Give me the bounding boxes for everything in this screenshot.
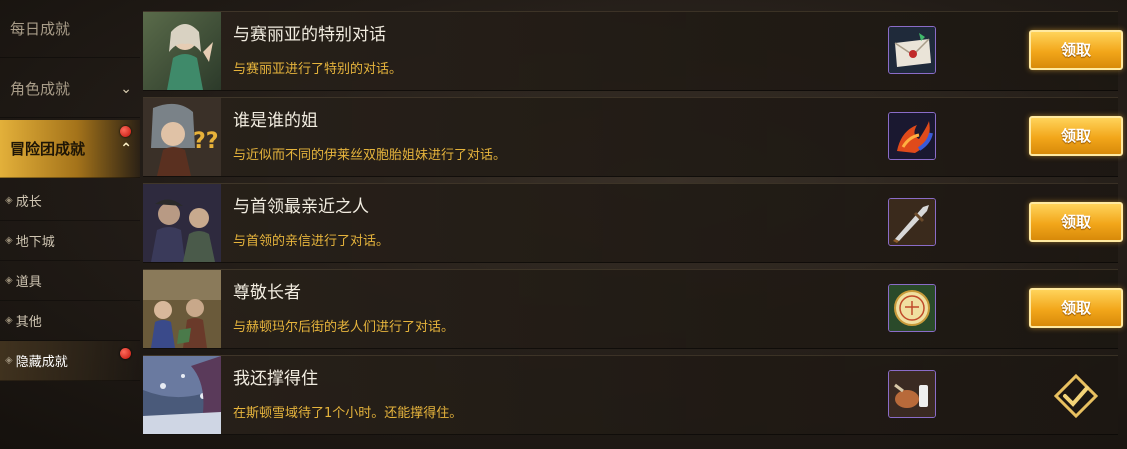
- achievement-row: 与赛丽亚的特别对话 与赛丽亚进行了特别的对话。 领取: [143, 11, 1123, 91]
- diamond-icon: ◈: [5, 195, 13, 206]
- diamond-icon: ◈: [5, 275, 13, 286]
- achievement-description: 在斯顿雪域待了1个小时。还能撑得住。: [233, 406, 463, 421]
- claim-button[interactable]: 领取: [1029, 288, 1123, 328]
- achievement-row: 我还撑得住 在斯顿雪域待了1个小时。还能撑得住。: [143, 355, 1118, 435]
- achievement-thumbnail: ??: [143, 98, 221, 176]
- sword-icon[interactable]: [888, 198, 936, 246]
- achievement-row: 与首领最亲近之人 与首领的亲信进行了对话。 领取: [143, 183, 1123, 263]
- food-icon[interactable]: [888, 370, 936, 418]
- claim-button[interactable]: 领取: [1029, 202, 1123, 242]
- sidebar-item-label: 冒险团成就: [10, 140, 86, 158]
- achievement-title: 谁是谁的姐: [233, 111, 318, 131]
- achievement-row: 尊敬长者 与赫顿玛尔后街的老人们进行了对话。 领取: [143, 269, 1123, 349]
- notification-dot: [120, 126, 131, 137]
- sidebar-item-character[interactable]: 角色成就 ⌄: [0, 60, 140, 118]
- diamond-icon: ◈: [5, 315, 13, 326]
- sidebar-sub-item-dungeon[interactable]: ◈ 地下城: [0, 221, 140, 261]
- sidebar-sub-item-hidden[interactable]: ◈ 隐藏成就: [0, 341, 140, 381]
- achievement-description: 与赛丽亚进行了特别的对话。: [233, 62, 403, 77]
- achievement-description: 与近似而不同的伊莱丝双胞胎姐妹进行了对话。: [233, 148, 507, 163]
- diamond-icon: ◈: [5, 355, 13, 366]
- sidebar-sub-item-other[interactable]: ◈ 其他: [0, 301, 140, 341]
- letter-icon[interactable]: [888, 26, 936, 74]
- achievement-description: 与赫顿玛尔后街的老人们进行了对话。: [233, 320, 455, 335]
- achievement-row: ?? 谁是谁的姐 与近似而不同的伊莱丝双胞胎姐妹进行了对话。 领取: [143, 97, 1123, 177]
- badge-icon[interactable]: [888, 284, 936, 332]
- achievement-description: 与首领的亲信进行了对话。: [233, 234, 390, 249]
- achievement-title: 尊敬长者: [233, 283, 301, 303]
- sidebar-item-label: 每日成就: [10, 20, 71, 38]
- achievement-thumbnail: [143, 184, 221, 262]
- achievement-thumbnail: [143, 12, 221, 90]
- sidebar-item-daily[interactable]: 每日成就: [0, 0, 140, 58]
- sub-item-label: 隐藏成就: [15, 355, 68, 370]
- achievement-thumbnail: [143, 270, 221, 348]
- sidebar-item-adventure-team[interactable]: 冒险团成就 ⌃: [0, 120, 140, 178]
- achievement-title: 与赛丽亚的特别对话: [233, 25, 386, 45]
- achievement-thumbnail: [143, 356, 221, 434]
- sub-item-label: 成长: [15, 195, 42, 210]
- sidebar: 每日成就 角色成就 ⌄ 冒险团成就 ⌃ ◈ 成长 ◈ 地下城 ◈ 道具 ◈ 其他…: [0, 0, 140, 449]
- sub-item-label: 地下城: [15, 235, 55, 250]
- chevron-down-icon: ⌄: [120, 80, 132, 97]
- sub-item-label: 道具: [15, 275, 42, 290]
- sidebar-sub-item-items[interactable]: ◈ 道具: [0, 261, 140, 301]
- achievement-title: 我还撑得住: [233, 369, 318, 389]
- notification-dot: [120, 348, 131, 359]
- fire-swirl-icon[interactable]: [888, 112, 936, 160]
- sidebar-sub-item-growth[interactable]: ◈ 成长: [0, 181, 140, 221]
- completed-checkmark-icon: [1053, 373, 1099, 419]
- claim-button[interactable]: 领取: [1029, 116, 1123, 156]
- sub-item-label: 其他: [15, 315, 42, 330]
- svg-text:??: ??: [193, 129, 219, 154]
- claim-button[interactable]: 领取: [1029, 30, 1123, 70]
- sidebar-item-label: 角色成就: [10, 80, 71, 98]
- chevron-up-icon: ⌃: [120, 140, 132, 157]
- diamond-icon: ◈: [5, 235, 13, 246]
- achievement-title: 与首领最亲近之人: [233, 197, 369, 217]
